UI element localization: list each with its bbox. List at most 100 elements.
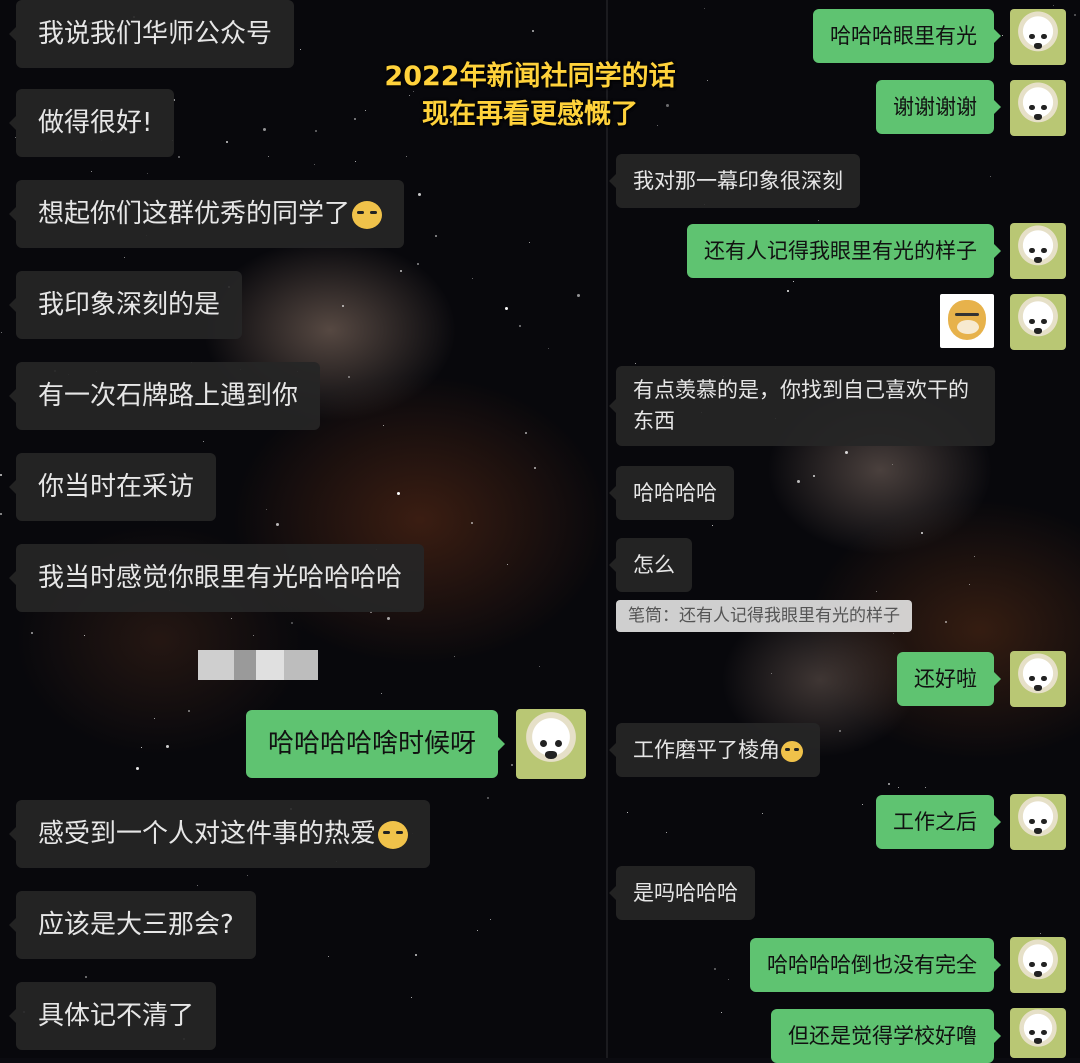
message-bubble-self[interactable]: 哈哈哈哈啥时候呀: [245, 710, 506, 778]
star-dot: [721, 1012, 722, 1013]
star-dot: [342, 305, 344, 307]
star-dot: [577, 294, 580, 297]
star-dot: [974, 556, 975, 557]
user-avatar[interactable]: [1010, 80, 1066, 136]
star-dot: [1, 332, 2, 333]
message-text: 工作磨平了棱角: [633, 738, 780, 762]
message-bubble[interactable]: 哈哈哈哈: [609, 466, 734, 520]
message-bubble[interactable]: 应该是大三那会?: [9, 891, 256, 959]
doge-sticker[interactable]: [940, 294, 994, 348]
star-dot: [712, 525, 713, 526]
star-dot: [787, 290, 789, 292]
message-bubble[interactable]: 工作磨平了棱角: [609, 723, 820, 777]
star-dot: [666, 832, 667, 833]
star-dot: [415, 954, 417, 956]
message-text: 想起你们这群优秀的同学了: [38, 199, 351, 229]
star-dot: [505, 307, 508, 310]
star-dot: [511, 764, 513, 766]
quote-text: 笔筒：还有人记得我眼里有光的样子: [628, 606, 900, 626]
message-bubble-self[interactable]: 还好啦: [897, 652, 1001, 706]
message-bubble-self[interactable]: 哈哈哈眼里有光: [813, 9, 1001, 63]
star-dot: [1040, 933, 1041, 934]
message-text: 我当时感觉你眼里有光哈哈哈哈: [38, 563, 403, 593]
caption-overlay: 2022年新闻社同学的话 现在再看更感慨了: [350, 58, 710, 134]
message-text: 还好啦: [914, 667, 977, 691]
message-bubble-self[interactable]: 工作之后: [876, 795, 1001, 849]
message-bubble[interactable]: 有点羡慕的是，你找到自己喜欢干的东西: [609, 366, 995, 446]
message-bubble[interactable]: 具体记不清了: [8, 982, 217, 1050]
star-dot: [124, 257, 125, 258]
star-dot: [355, 161, 356, 162]
star-dot: [411, 997, 412, 998]
star-dot: [477, 930, 478, 931]
star-dot: [263, 128, 266, 131]
message-bubble[interactable]: 我说我们华师公众号: [8, 0, 295, 68]
star-dot: [381, 693, 382, 694]
user-avatar[interactable]: [1010, 937, 1066, 993]
star-dot: [268, 156, 269, 157]
message-text: 哈哈哈哈啥时候呀: [267, 729, 476, 759]
message-text: 感受到一个人对这件事的热爱: [38, 819, 377, 849]
message-text: 有点羡慕的是，你找到自己喜欢干的东西: [633, 378, 969, 433]
star-dot: [315, 130, 317, 132]
star-dot: [921, 532, 923, 534]
star-dot: [454, 656, 455, 657]
star-dot: [893, 633, 894, 634]
message-text: 怎么: [633, 553, 675, 577]
star-dot: [472, 278, 473, 279]
star-dot: [0, 474, 2, 476]
star-dot: [0, 513, 2, 515]
star-dot: [328, 956, 329, 957]
message-bubble[interactable]: 怎么: [609, 538, 692, 592]
message-bubble[interactable]: 是吗哈哈哈: [609, 866, 755, 920]
user-avatar[interactable]: [1010, 294, 1066, 350]
star-dot: [197, 885, 198, 886]
message-bubble[interactable]: 有一次石牌路上遇到你: [8, 362, 321, 430]
star-dot: [188, 710, 190, 712]
star-dot: [525, 432, 527, 434]
column-divider: [606, 0, 608, 1058]
user-avatar[interactable]: [516, 709, 586, 779]
star-dot: [147, 173, 148, 174]
star-dot: [1053, 5, 1054, 6]
user-avatar[interactable]: [1010, 9, 1066, 65]
star-dot: [231, 618, 232, 619]
star-dot: [519, 325, 521, 327]
star-dot: [490, 919, 491, 920]
message-bubble-self[interactable]: 哈哈哈哈倒也没有完全: [750, 938, 1001, 992]
message-bubble[interactable]: 我印象深刻的是: [8, 271, 243, 339]
star-dot: [839, 730, 841, 732]
star-dot: [226, 141, 228, 143]
star-dot: [714, 968, 716, 970]
message-text: 工作之后: [893, 810, 977, 834]
message-bubble-self[interactable]: 但还是觉得学校好噜: [771, 1009, 1001, 1063]
message-bubble-self[interactable]: 还有人记得我眼里有光的样子: [687, 224, 1001, 278]
star-dot: [925, 787, 926, 788]
user-avatar[interactable]: [1010, 794, 1066, 850]
star-dot: [406, 156, 407, 157]
star-dot: [266, 509, 267, 510]
star-dot: [31, 632, 33, 634]
message-text: 谢谢谢谢: [893, 95, 977, 119]
message-text: 我印象深刻的是: [38, 290, 221, 320]
quoted-reply[interactable]: 笔筒：还有人记得我眼里有光的样子: [616, 600, 912, 632]
message-bubble[interactable]: 感受到一个人对这件事的热爱: [8, 800, 431, 868]
user-avatar[interactable]: [1010, 223, 1066, 279]
message-bubble[interactable]: 我当时感觉你眼里有光哈哈哈哈: [8, 544, 425, 612]
star-dot: [84, 635, 85, 636]
message-text: 哈哈哈哈: [633, 481, 717, 505]
message-bubble[interactable]: 你当时在采访: [8, 453, 217, 521]
smirk-emoji-icon: [781, 740, 803, 762]
star-dot: [876, 591, 877, 592]
message-bubble[interactable]: 我对那一幕印象很深刻: [609, 154, 860, 208]
message-bubble-self[interactable]: 谢谢谢谢: [876, 80, 1001, 134]
star-dot: [435, 235, 437, 237]
message-bubble[interactable]: 想起你们这群优秀的同学了: [8, 180, 405, 248]
star-dot: [397, 492, 400, 495]
message-bubble[interactable]: 做得很好!: [8, 89, 175, 157]
user-avatar[interactable]: [1010, 651, 1066, 707]
star-dot: [1002, 35, 1003, 36]
star-dot: [818, 220, 819, 221]
star-dot: [529, 242, 530, 243]
user-avatar[interactable]: [1010, 1008, 1066, 1058]
